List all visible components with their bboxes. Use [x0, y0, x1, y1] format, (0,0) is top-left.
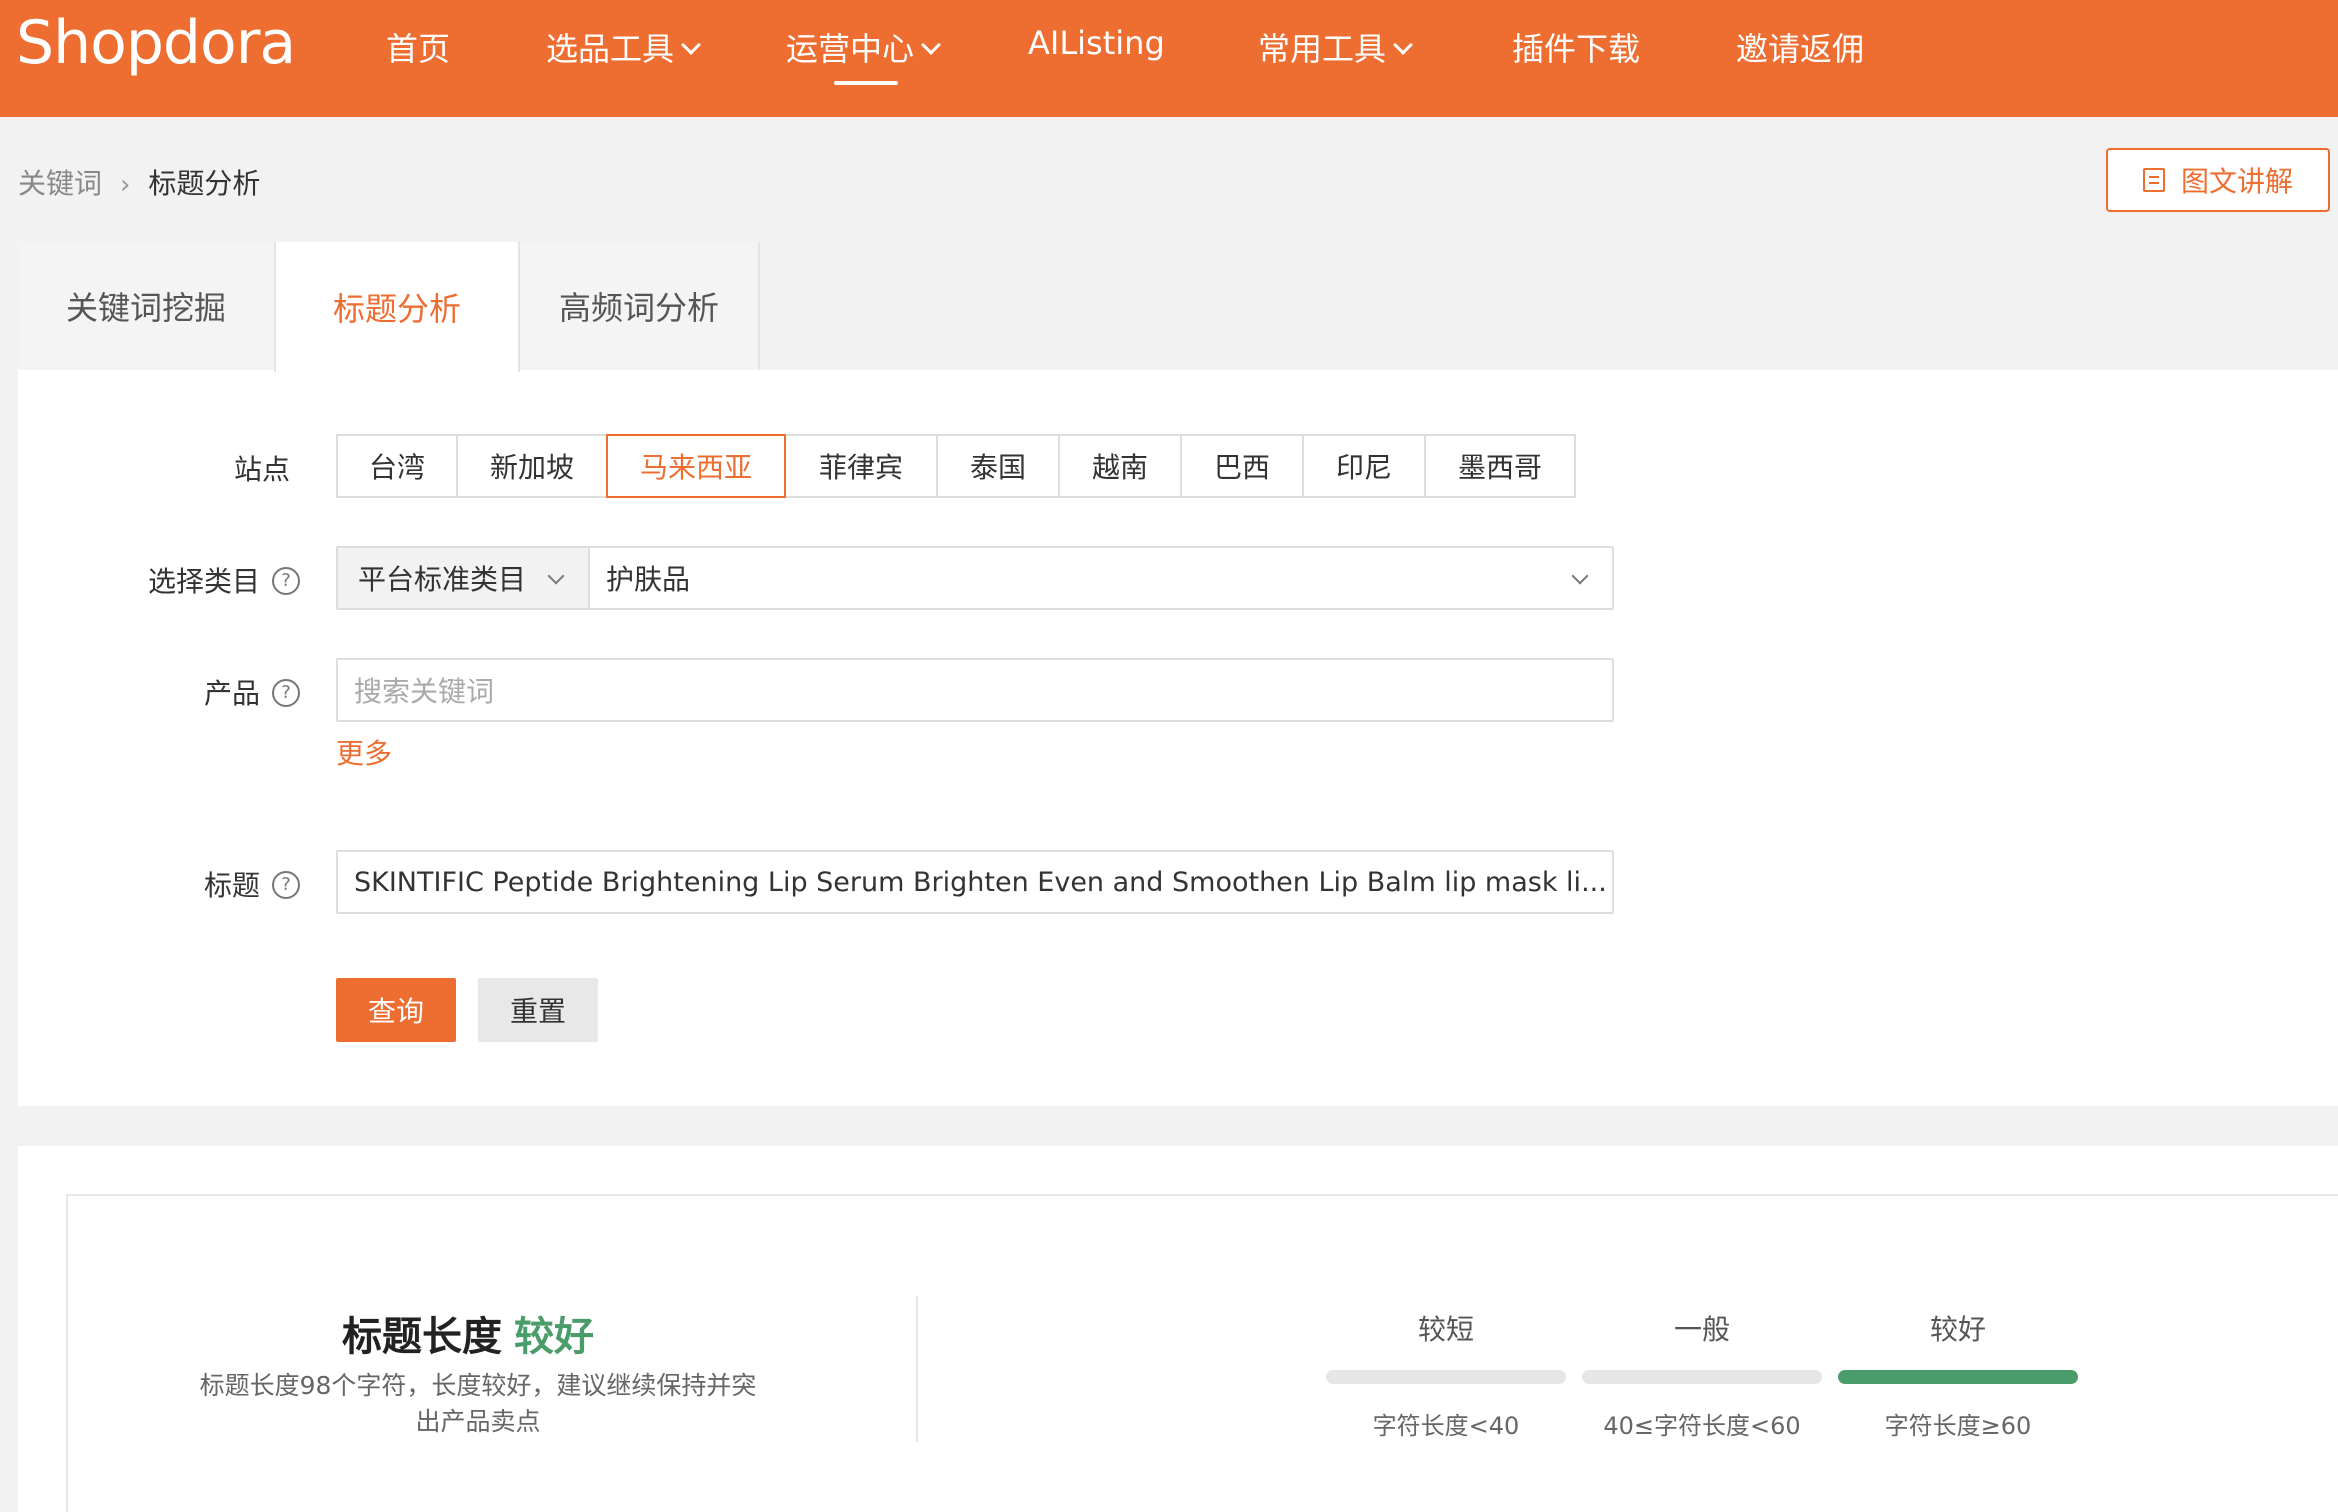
nav-item-product-tools[interactable]: 选品工具: [546, 24, 701, 70]
breadcrumb: 关键词 › 标题分析: [18, 162, 260, 202]
chevron-down-icon: [547, 567, 565, 585]
product-search-input[interactable]: 搜索关键词: [336, 658, 1614, 722]
nav-label: 首页: [386, 30, 451, 68]
site-option[interactable]: 越南: [1058, 434, 1182, 498]
site-option-selected[interactable]: 马来西亚: [606, 434, 786, 498]
title-length-heading: 标题长度 较好: [68, 1304, 868, 1362]
reset-button[interactable]: 重置: [478, 978, 598, 1042]
nav-label: AIListing: [1028, 24, 1165, 62]
help-icon[interactable]: ?: [272, 679, 301, 707]
nav-item-plugin-download[interactable]: 插件下载: [1512, 24, 1640, 70]
nav-label: 插件下载: [1512, 30, 1641, 68]
title-value: SKINTIFIC Peptide Brightening Lip Serum …: [354, 866, 1607, 898]
more-link[interactable]: 更多: [336, 732, 392, 772]
guide-button-label: 图文讲解: [2180, 165, 2293, 198]
site-label: 站点: [234, 453, 291, 486]
scale-label: 较好: [1929, 1313, 1986, 1346]
result-heading: 标题长度: [342, 1314, 502, 1360]
tab-title-analysis[interactable]: 标题分析: [274, 242, 520, 372]
product-placeholder: 搜索关键词: [354, 675, 495, 708]
breadcrumb-parent[interactable]: 关键词: [18, 167, 102, 200]
search-form-card: 关键词挖掘 标题分析 高频词分析 站点 台湾 新加坡 马来西亚 菲律宾 泰国 越…: [18, 242, 2338, 1106]
scale-short: 较短 字符长度<40: [1326, 1308, 1566, 1441]
active-nav-underline: [834, 81, 898, 85]
category-type-value: 平台标准类目: [358, 563, 527, 596]
chevron-down-icon: [1571, 567, 1589, 585]
divider: [916, 1296, 918, 1442]
nav-item-common-tools[interactable]: 常用工具: [1258, 24, 1413, 70]
nav-label: 选品工具: [546, 30, 675, 68]
scale-bar: [1326, 1370, 1566, 1384]
scale-range: 字符长度<40: [1372, 1412, 1520, 1440]
guide-button[interactable]: 图文讲解: [2106, 148, 2330, 212]
query-button[interactable]: 查询: [336, 978, 456, 1042]
tab-keyword-mining[interactable]: 关键词挖掘: [18, 242, 276, 370]
product-label-wrap: 产品?: [204, 672, 301, 712]
tabs-strip: 关键词挖掘 标题分析 高频词分析: [18, 242, 2338, 372]
title-input[interactable]: SKINTIFIC Peptide Brightening Lip Serum …: [336, 850, 1614, 914]
scale-range: 字符长度≥60: [1884, 1412, 2032, 1440]
site-option[interactable]: 台湾: [336, 434, 458, 498]
document-icon: [2142, 168, 2165, 192]
title-label-wrap: 标题?: [204, 864, 301, 904]
nav-item-home[interactable]: 首页: [386, 24, 450, 70]
category-type-select[interactable]: 平台标准类目: [338, 548, 590, 608]
site-selector: 台湾 新加坡 马来西亚 菲律宾 泰国 越南 巴西 印尼 墨西哥: [336, 434, 1576, 498]
scale-bar: [1582, 1370, 1822, 1384]
title-length-panel: 标题长度 较好 标题长度98个字符，长度较好，建议继续保持并突出产品卖点 较短 字…: [66, 1194, 2338, 1512]
chevron-down-icon: [681, 35, 701, 55]
shopdora-logo[interactable]: Shopdora: [16, 8, 296, 78]
category-value: 护肤品: [606, 563, 691, 596]
breadcrumb-current: 标题分析: [148, 167, 261, 200]
site-option[interactable]: 新加坡: [456, 434, 608, 498]
chevron-down-icon: [921, 35, 941, 55]
nav-label: 运营中心: [786, 30, 915, 68]
result-description: 标题长度98个字符，长度较好，建议继续保持并突出产品卖点: [199, 1371, 757, 1436]
category-selector: 平台标准类目 护肤品: [336, 546, 1614, 610]
category-value-select[interactable]: 护肤品: [590, 548, 1612, 608]
scale-label: 一般: [1673, 1313, 1730, 1346]
scale-bar-active: [1838, 1370, 2078, 1384]
site-option[interactable]: 墨西哥: [1424, 434, 1576, 498]
nav-item-referral[interactable]: 邀请返佣: [1736, 24, 1864, 70]
chevron-down-icon: [1393, 35, 1413, 55]
top-nav-bar: Shopdora 首页 选品工具 运营中心 AIListing 常用工具 插件下…: [0, 0, 2338, 117]
help-icon[interactable]: ?: [272, 567, 301, 595]
scale-label: 较短: [1417, 1313, 1474, 1346]
tab-frequent-words[interactable]: 高频词分析: [520, 242, 760, 370]
product-label: 产品: [204, 677, 261, 710]
scale-range: 40≤字符长度<60: [1603, 1412, 1801, 1440]
site-option[interactable]: 巴西: [1180, 434, 1304, 498]
nav-label: 常用工具: [1258, 30, 1387, 68]
result-card: 标题长度 较好 标题长度98个字符，长度较好，建议继续保持并突出产品卖点 较短 字…: [18, 1146, 2338, 1512]
category-label: 选择类目: [148, 565, 261, 598]
nav-item-ailisting[interactable]: AIListing: [1028, 24, 1165, 62]
category-label-wrap: 选择类目?: [148, 560, 301, 600]
title-label: 标题: [204, 869, 261, 902]
help-icon[interactable]: ?: [272, 871, 301, 899]
nav-item-operations-center[interactable]: 运营中心: [786, 24, 941, 70]
site-option[interactable]: 印尼: [1302, 434, 1426, 498]
scale-average: 一般 40≤字符长度<60: [1582, 1308, 1822, 1441]
nav-label: 邀请返佣: [1736, 30, 1865, 68]
chevron-right-icon: ›: [120, 170, 131, 200]
site-option[interactable]: 菲律宾: [784, 434, 938, 498]
scale-good: 较好 字符长度≥60: [1838, 1308, 2078, 1441]
site-option[interactable]: 泰国: [936, 434, 1060, 498]
result-rating: 较好: [514, 1314, 594, 1360]
